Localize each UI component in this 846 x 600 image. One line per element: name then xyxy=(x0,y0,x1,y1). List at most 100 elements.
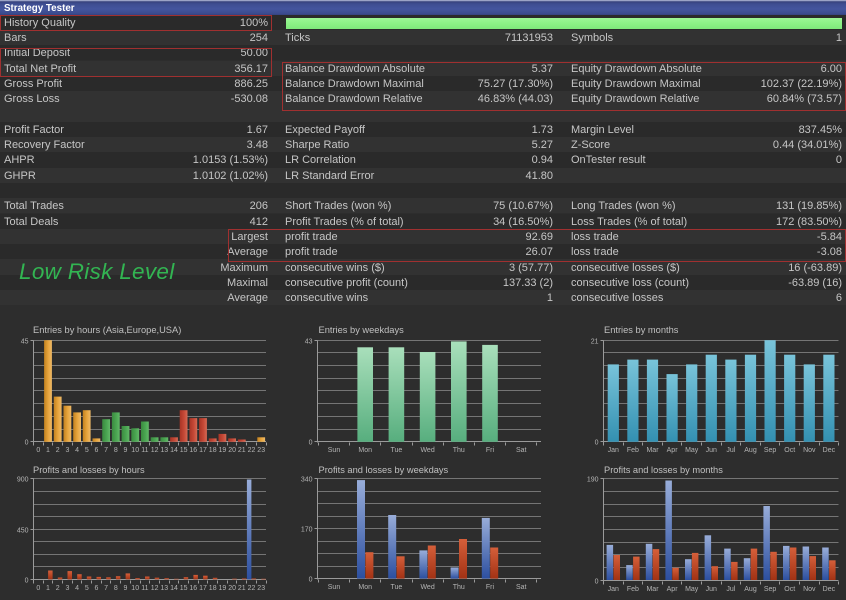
svg-text:Apr: Apr xyxy=(667,586,679,593)
svg-text:23: 23 xyxy=(257,585,265,592)
svg-text:Mar: Mar xyxy=(646,447,659,454)
svg-text:Jul: Jul xyxy=(726,586,735,593)
svg-text:Wed: Wed xyxy=(420,584,434,591)
svg-text:5: 5 xyxy=(85,585,89,592)
svg-text:11: 11 xyxy=(141,447,148,454)
svg-text:Sun: Sun xyxy=(328,447,341,454)
svg-text:Tue: Tue xyxy=(390,584,402,591)
svg-text:Thu: Thu xyxy=(453,584,465,591)
svg-text:1: 1 xyxy=(46,585,50,592)
svg-text:9: 9 xyxy=(124,585,128,592)
svg-text:Fri: Fri xyxy=(486,584,495,591)
svg-text:22: 22 xyxy=(248,585,256,592)
svg-text:Sep: Sep xyxy=(764,447,777,454)
svg-text:10: 10 xyxy=(131,585,139,592)
svg-text:14: 14 xyxy=(170,447,178,454)
svg-text:4: 4 xyxy=(75,447,79,454)
svg-text:0: 0 xyxy=(595,439,599,446)
svg-text:21: 21 xyxy=(591,338,599,345)
svg-text:12: 12 xyxy=(151,585,159,592)
svg-text:21: 21 xyxy=(238,447,246,454)
svg-text:3: 3 xyxy=(65,447,69,454)
svg-text:0: 0 xyxy=(36,585,40,592)
svg-text:7: 7 xyxy=(104,585,108,592)
svg-text:Dec: Dec xyxy=(823,447,836,454)
svg-text:23: 23 xyxy=(257,447,265,454)
svg-text:6: 6 xyxy=(94,585,98,592)
svg-text:Dec: Dec xyxy=(823,586,836,593)
svg-text:Feb: Feb xyxy=(627,447,639,454)
svg-text:Jul: Jul xyxy=(726,447,735,454)
svg-text:190: 190 xyxy=(587,476,599,483)
svg-text:8: 8 xyxy=(114,585,118,592)
svg-text:Aug: Aug xyxy=(744,586,757,593)
svg-text:20: 20 xyxy=(228,585,236,592)
svg-text:0: 0 xyxy=(595,578,599,585)
svg-text:2: 2 xyxy=(56,585,60,592)
svg-text:340: 340 xyxy=(301,476,313,483)
svg-text:13: 13 xyxy=(160,447,168,454)
svg-text:Feb: Feb xyxy=(627,586,639,593)
svg-text:0: 0 xyxy=(36,447,40,454)
svg-text:May: May xyxy=(685,447,699,454)
svg-text:4: 4 xyxy=(75,585,79,592)
svg-text:16: 16 xyxy=(189,447,197,454)
svg-text:900: 900 xyxy=(17,476,29,483)
svg-text:17: 17 xyxy=(199,447,207,454)
svg-text:May: May xyxy=(685,586,699,593)
svg-text:0: 0 xyxy=(309,439,313,446)
svg-text:7: 7 xyxy=(104,447,108,454)
svg-text:Oct: Oct xyxy=(784,447,795,454)
svg-text:170: 170 xyxy=(301,526,313,533)
svg-text:21: 21 xyxy=(238,585,246,592)
svg-text:45: 45 xyxy=(21,338,29,345)
svg-text:Sun: Sun xyxy=(328,584,341,591)
svg-text:15: 15 xyxy=(180,447,188,454)
svg-text:13: 13 xyxy=(160,585,168,592)
svg-text:Profits and losses by months: Profits and losses by months xyxy=(604,465,723,475)
svg-text:1: 1 xyxy=(46,447,50,454)
svg-text:Mon: Mon xyxy=(358,447,372,454)
svg-text:Mon: Mon xyxy=(358,584,372,591)
svg-text:Sep: Sep xyxy=(764,586,777,593)
svg-text:Mar: Mar xyxy=(646,586,659,593)
svg-text:17: 17 xyxy=(199,585,207,592)
svg-text:Entries by weekdays: Entries by weekdays xyxy=(319,325,405,335)
svg-text:Profits and losses by weekdays: Profits and losses by weekdays xyxy=(319,465,449,475)
svg-text:18: 18 xyxy=(209,447,217,454)
svg-text:16: 16 xyxy=(189,585,197,592)
svg-text:Jun: Jun xyxy=(706,447,717,454)
svg-text:0: 0 xyxy=(25,439,29,446)
svg-text:18: 18 xyxy=(209,585,217,592)
svg-text:20: 20 xyxy=(228,447,236,454)
svg-text:Oct: Oct xyxy=(784,586,795,593)
svg-text:19: 19 xyxy=(219,447,227,454)
svg-text:Nov: Nov xyxy=(803,586,816,593)
svg-text:Jun: Jun xyxy=(706,586,717,593)
svg-text:5: 5 xyxy=(85,447,89,454)
svg-text:Thu: Thu xyxy=(453,447,465,454)
svg-text:Sat: Sat xyxy=(516,447,527,454)
svg-text:6: 6 xyxy=(94,447,98,454)
svg-text:9: 9 xyxy=(124,447,128,454)
svg-text:0: 0 xyxy=(309,576,313,583)
svg-text:Apr: Apr xyxy=(667,447,679,454)
svg-text:19: 19 xyxy=(219,585,227,592)
svg-text:Nov: Nov xyxy=(803,447,816,454)
svg-text:12: 12 xyxy=(151,447,159,454)
svg-text:Tue: Tue xyxy=(390,447,402,454)
svg-text:0: 0 xyxy=(25,577,29,584)
svg-text:15: 15 xyxy=(180,585,188,592)
svg-text:Profits and losses by hours: Profits and losses by hours xyxy=(33,465,145,475)
svg-text:8: 8 xyxy=(114,447,118,454)
svg-text:Jan: Jan xyxy=(608,586,619,593)
svg-text:2: 2 xyxy=(56,447,60,454)
svg-text:43: 43 xyxy=(305,338,313,345)
svg-text:Sat: Sat xyxy=(516,584,527,591)
svg-text:Fri: Fri xyxy=(486,447,495,454)
svg-text:Wed: Wed xyxy=(420,447,434,454)
svg-text:Entries by hours (Asia,Europe,: Entries by hours (Asia,Europe,USA) xyxy=(33,325,181,335)
svg-text:Jan: Jan xyxy=(608,447,619,454)
svg-text:Entries by months: Entries by months xyxy=(604,325,679,335)
svg-text:3: 3 xyxy=(65,585,69,592)
